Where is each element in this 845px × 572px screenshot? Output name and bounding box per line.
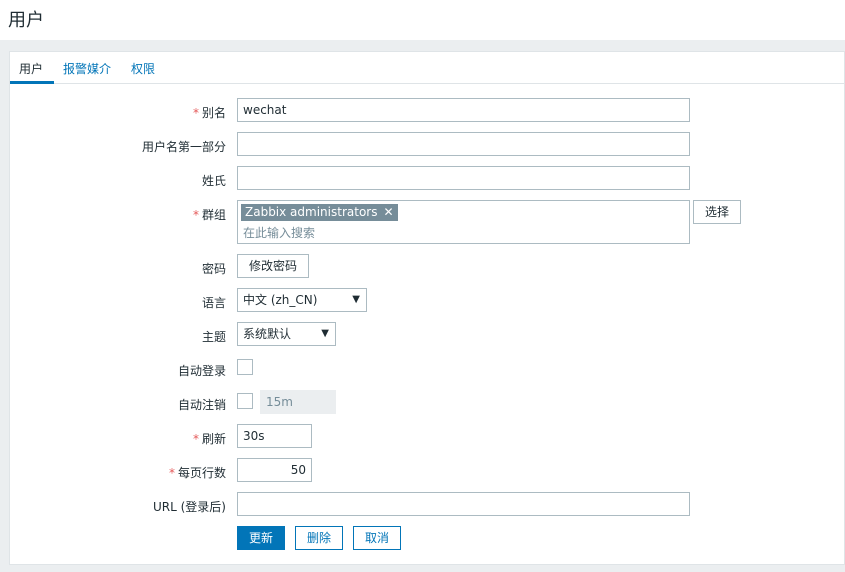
autologin-checkbox[interactable] <box>237 359 253 375</box>
refresh-input[interactable]: 30s <box>237 424 312 448</box>
surname-label: 姓氏 <box>201 174 226 188</box>
select-groups-button[interactable]: 选择 <box>693 200 741 224</box>
autologout-checkbox[interactable] <box>237 393 253 409</box>
required-marker: * <box>192 432 199 446</box>
change-password-button[interactable]: 修改密码 <box>237 254 309 278</box>
rows-per-page-input[interactable]: 50 <box>237 458 312 482</box>
close-icon[interactable]: ✕ <box>383 205 393 219</box>
required-marker: * <box>192 208 199 222</box>
page-title: 用户 <box>8 10 44 31</box>
autologout-input: 15m <box>260 390 336 414</box>
group-chip: Zabbix administrators ✕ <box>241 204 398 221</box>
language-select[interactable]: 中文 (zh_CN) ▼ <box>237 288 367 312</box>
name-input[interactable] <box>237 132 690 156</box>
required-marker: * <box>192 106 199 120</box>
surname-input[interactable] <box>237 166 690 190</box>
theme-label: 主题 <box>201 330 226 344</box>
url-label: URL (登录后) <box>153 500 226 514</box>
groups-search-placeholder[interactable]: 在此输入搜索 <box>243 224 315 241</box>
autologin-label: 自动登录 <box>177 364 226 378</box>
name-label: 用户名第一部分 <box>141 140 226 154</box>
active-tab-indicator <box>10 81 54 84</box>
chevron-down-icon: ▼ <box>321 328 329 339</box>
theme-select[interactable]: 系统默认 ▼ <box>237 322 336 346</box>
page-header: 用户 <box>0 0 845 40</box>
language-label: 语言 <box>201 296 226 310</box>
refresh-label: * 刷新 <box>192 432 226 446</box>
chevron-down-icon: ▼ <box>352 294 360 305</box>
alias-label: * 别名 <box>192 106 226 120</box>
tab-bar: 用户 报警媒介 权限 <box>10 52 845 84</box>
groups-label: * 群组 <box>192 208 226 222</box>
url-input[interactable] <box>237 492 690 516</box>
delete-button[interactable]: 删除 <box>295 526 343 550</box>
alias-input[interactable]: wechat <box>237 98 690 122</box>
rows-per-page-label: * 每页行数 <box>168 466 226 480</box>
form-panel: 用户 报警媒介 权限 * 别名 wechat 用户名第一部分 姓氏 * 群组 Zab… <box>9 51 845 565</box>
groups-multiselect[interactable]: Zabbix administrators ✕ 在此输入搜索 <box>237 200 690 244</box>
update-button[interactable]: 更新 <box>237 526 285 550</box>
theme-value: 系统默认 <box>243 327 292 341</box>
required-marker: * <box>168 466 175 480</box>
tab-user[interactable]: 用户 <box>19 60 43 77</box>
cancel-button[interactable]: 取消 <box>353 526 401 550</box>
tab-permissions[interactable]: 权限 <box>131 60 155 77</box>
autologout-label: 自动注销 <box>177 398 226 412</box>
tab-media[interactable]: 报警媒介 <box>63 60 111 77</box>
group-chip-label: Zabbix administrators <box>245 205 378 219</box>
password-label: 密码 <box>201 262 226 276</box>
language-value: 中文 (zh_CN) <box>243 293 318 307</box>
